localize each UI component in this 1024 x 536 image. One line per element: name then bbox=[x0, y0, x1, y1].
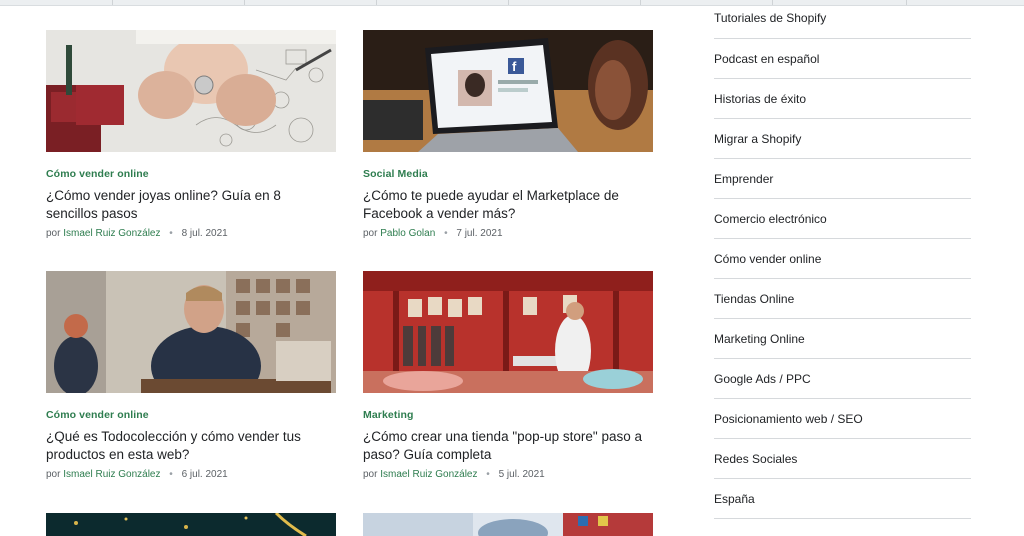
byline-prefix: por bbox=[363, 228, 378, 239]
article-meta: por Ismael Ruiz González • 5 jul. 2021 bbox=[363, 469, 653, 480]
sidebar-item-redes[interactable]: Redes Sociales bbox=[714, 439, 971, 479]
article-card-facebook-marketplace[interactable]: f Social Media ¿Cómo te puede ayudar el … bbox=[363, 30, 653, 239]
article-meta: por Ismael Ruiz González • 6 jul. 2021 bbox=[46, 469, 336, 480]
article-thumbnail-partial[interactable] bbox=[363, 513, 653, 536]
article-title-link[interactable]: ¿Cómo vender joyas online? Guía en 8 sen… bbox=[46, 187, 336, 223]
article-meta: por Ismael Ruiz González • 8 jul. 2021 bbox=[46, 228, 336, 239]
article-category-link[interactable]: Social Media bbox=[363, 168, 428, 180]
article-meta: por Pablo Golan • 7 jul. 2021 bbox=[363, 228, 653, 239]
article-category-link[interactable]: Cómo vender online bbox=[46, 409, 149, 421]
separator-dot-icon: • bbox=[444, 228, 448, 239]
byline-prefix: por bbox=[46, 228, 61, 239]
article-thumbnail-partial[interactable] bbox=[46, 513, 336, 536]
publish-date: 5 jul. 2021 bbox=[498, 469, 545, 480]
publish-date: 6 jul. 2021 bbox=[181, 469, 228, 480]
article-card-jewelry[interactable]: Cómo vender online ¿Cómo vender joyas on… bbox=[46, 30, 336, 239]
sidebar-item-historias[interactable]: Historias de éxito bbox=[714, 79, 971, 119]
article-title-link[interactable]: ¿Cómo te puede ayudar el Marketplace de … bbox=[363, 187, 653, 223]
separator-dot-icon: • bbox=[486, 469, 490, 480]
separator-dot-icon: • bbox=[169, 228, 173, 239]
sidebar-item-seo[interactable]: Posicionamiento web / SEO bbox=[714, 399, 971, 439]
article-card-popup-store[interactable]: Marketing ¿Cómo crear una tienda "pop-up… bbox=[363, 271, 653, 480]
sidebar-item-marketing[interactable]: Marketing Online bbox=[714, 319, 971, 359]
article-category-link[interactable]: Marketing bbox=[363, 409, 414, 421]
author-link[interactable]: Ismael Ruiz González bbox=[63, 228, 160, 239]
article-card-todocoleccion[interactable]: Cómo vender online ¿Qué es Todocolección… bbox=[46, 271, 336, 480]
article-category-link[interactable]: Cómo vender online bbox=[46, 168, 149, 180]
publish-date: 8 jul. 2021 bbox=[181, 228, 228, 239]
sidebar-item-tiendas[interactable]: Tiendas Online bbox=[714, 279, 971, 319]
article-thumbnail-popup-store[interactable] bbox=[363, 271, 653, 393]
sidebar-item-google-ads[interactable]: Google Ads / PPC bbox=[714, 359, 971, 399]
author-link[interactable]: Ismael Ruiz González bbox=[63, 469, 160, 480]
article-thumbnail-jewelry[interactable] bbox=[46, 30, 336, 152]
sidebar-item-emprender[interactable]: Emprender bbox=[714, 159, 971, 199]
article-thumbnail-facebook[interactable]: f bbox=[363, 30, 653, 152]
sidebar-item-podcast[interactable]: Podcast en español bbox=[714, 39, 971, 79]
sidebar-item-vender-online[interactable]: Cómo vender online bbox=[714, 239, 971, 279]
author-link[interactable]: Pablo Golan bbox=[380, 228, 435, 239]
article-title-link[interactable]: ¿Cómo crear una tienda "pop-up store" pa… bbox=[363, 428, 653, 464]
publish-date: 7 jul. 2021 bbox=[456, 228, 503, 239]
sidebar-item-comercio[interactable]: Comercio electrónico bbox=[714, 199, 971, 239]
sidebar-item-espana[interactable]: España bbox=[714, 479, 971, 519]
author-link[interactable]: Ismael Ruiz González bbox=[380, 469, 477, 480]
article-thumbnail-todocoleccion[interactable] bbox=[46, 271, 336, 393]
separator-dot-icon: • bbox=[169, 469, 173, 480]
article-title-link[interactable]: ¿Qué es Todocolección y cómo vender tus … bbox=[46, 428, 336, 464]
svg-text:f: f bbox=[512, 59, 517, 74]
byline-prefix: por bbox=[363, 469, 378, 480]
sidebar-item-migrar[interactable]: Migrar a Shopify bbox=[714, 119, 971, 159]
sidebar-categories: Tutoriales de Shopify Podcast en español… bbox=[714, 0, 971, 519]
sidebar-item-tutoriales[interactable]: Tutoriales de Shopify bbox=[714, 0, 971, 39]
byline-prefix: por bbox=[46, 469, 61, 480]
